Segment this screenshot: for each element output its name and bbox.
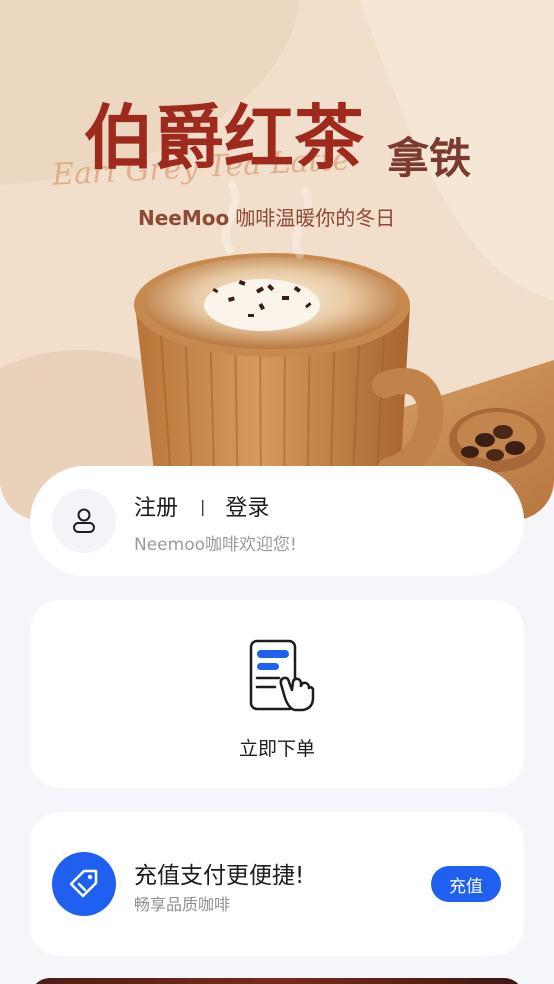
promo-banner[interactable]: Earl Grey Tea Latte 伯爵红茶 拿铁 NeeMoo 咖啡温暖你的… — [0, 0, 554, 520]
auth-links: 注册 | 登录 — [134, 490, 269, 522]
user-card[interactable]: 注册 | 登录 Neemoo咖啡欢迎您! — [30, 466, 524, 576]
avatar[interactable] — [52, 489, 116, 553]
order-now-label: 立即下单 — [238, 738, 315, 760]
tag-icon-badge — [52, 852, 116, 916]
tap-phone-icon — [249, 639, 315, 712]
recharge-button[interactable]: 充值 — [431, 866, 501, 902]
tagline-text: 咖啡温暖你的冬日 — [235, 206, 396, 230]
latte-cup-illustration — [0, 0, 554, 520]
brand-name: NeeMoo — [138, 206, 230, 230]
user-icon — [73, 508, 95, 533]
banner-title: 伯爵红茶 — [84, 96, 364, 179]
banner-subtitle: 拿铁 — [387, 134, 472, 183]
bottom-promo-banner[interactable] — [30, 978, 524, 984]
recharge-title: 充值支付更便捷! — [134, 863, 305, 889]
recharge-subtitle: 畅享品质咖啡 — [134, 895, 231, 914]
recharge-card[interactable]: 充值支付更便捷! 畅享品质咖啡 充值 — [30, 812, 524, 956]
welcome-text: Neemoo咖啡欢迎您! — [134, 535, 297, 555]
banner-tagline: NeeMoo 咖啡温暖你的冬日 — [138, 204, 395, 232]
order-now-card[interactable]: 立即下单 — [30, 600, 524, 788]
tag-icon — [69, 869, 98, 898]
register-link[interactable]: 注册 — [134, 490, 178, 522]
login-link[interactable]: 登录 — [225, 490, 269, 522]
auth-separator: | — [200, 496, 206, 516]
